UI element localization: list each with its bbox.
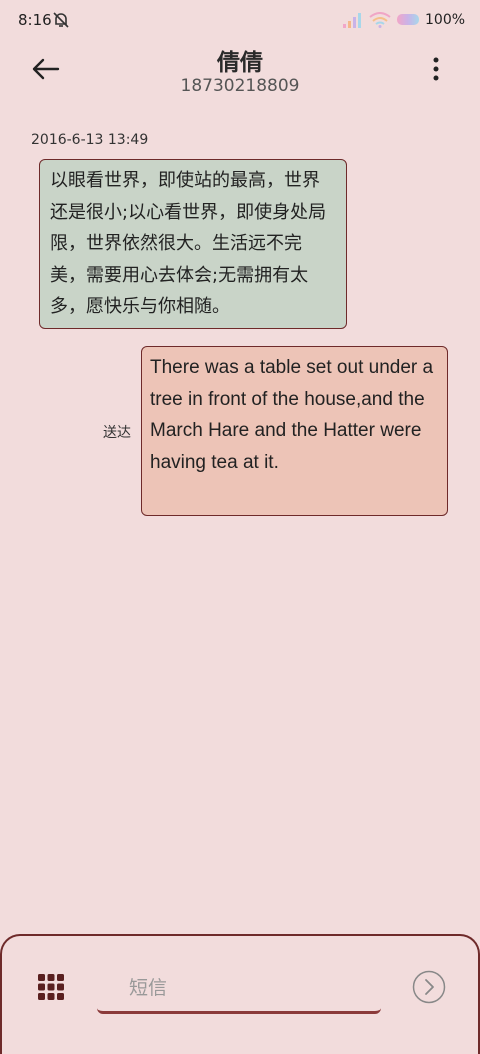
sms-input[interactable] [97,964,381,1014]
signal-icon [343,13,361,28]
bell-muted-icon [53,12,69,28]
grid-icon[interactable] [38,974,64,1000]
contact-name: 倩倩 [217,50,263,76]
battery-icon [397,14,419,25]
outgoing-message-text: There was a table set out under a tree i… [150,357,434,473]
delivery-status: 送达 [103,425,131,441]
contact-number: 18730218809 [180,76,300,96]
outgoing-message-bubble[interactable]: There was a table set out under a tree i… [141,346,448,516]
incoming-message-bubble[interactable]: 以眼看世界，即使站的最高，世界还是很小;以心看世界，即使身处局限，世界依然很大。… [39,159,347,329]
wifi-icon [369,12,391,28]
send-icon[interactable] [412,970,446,1004]
battery-percentage: 100% [425,12,466,28]
status-bar: 8:16 100% [0,0,480,40]
more-vert-icon[interactable] [424,56,448,82]
status-time: 8:16 [18,11,52,29]
message-timestamp: 2016-6-13 13:49 [31,132,149,148]
